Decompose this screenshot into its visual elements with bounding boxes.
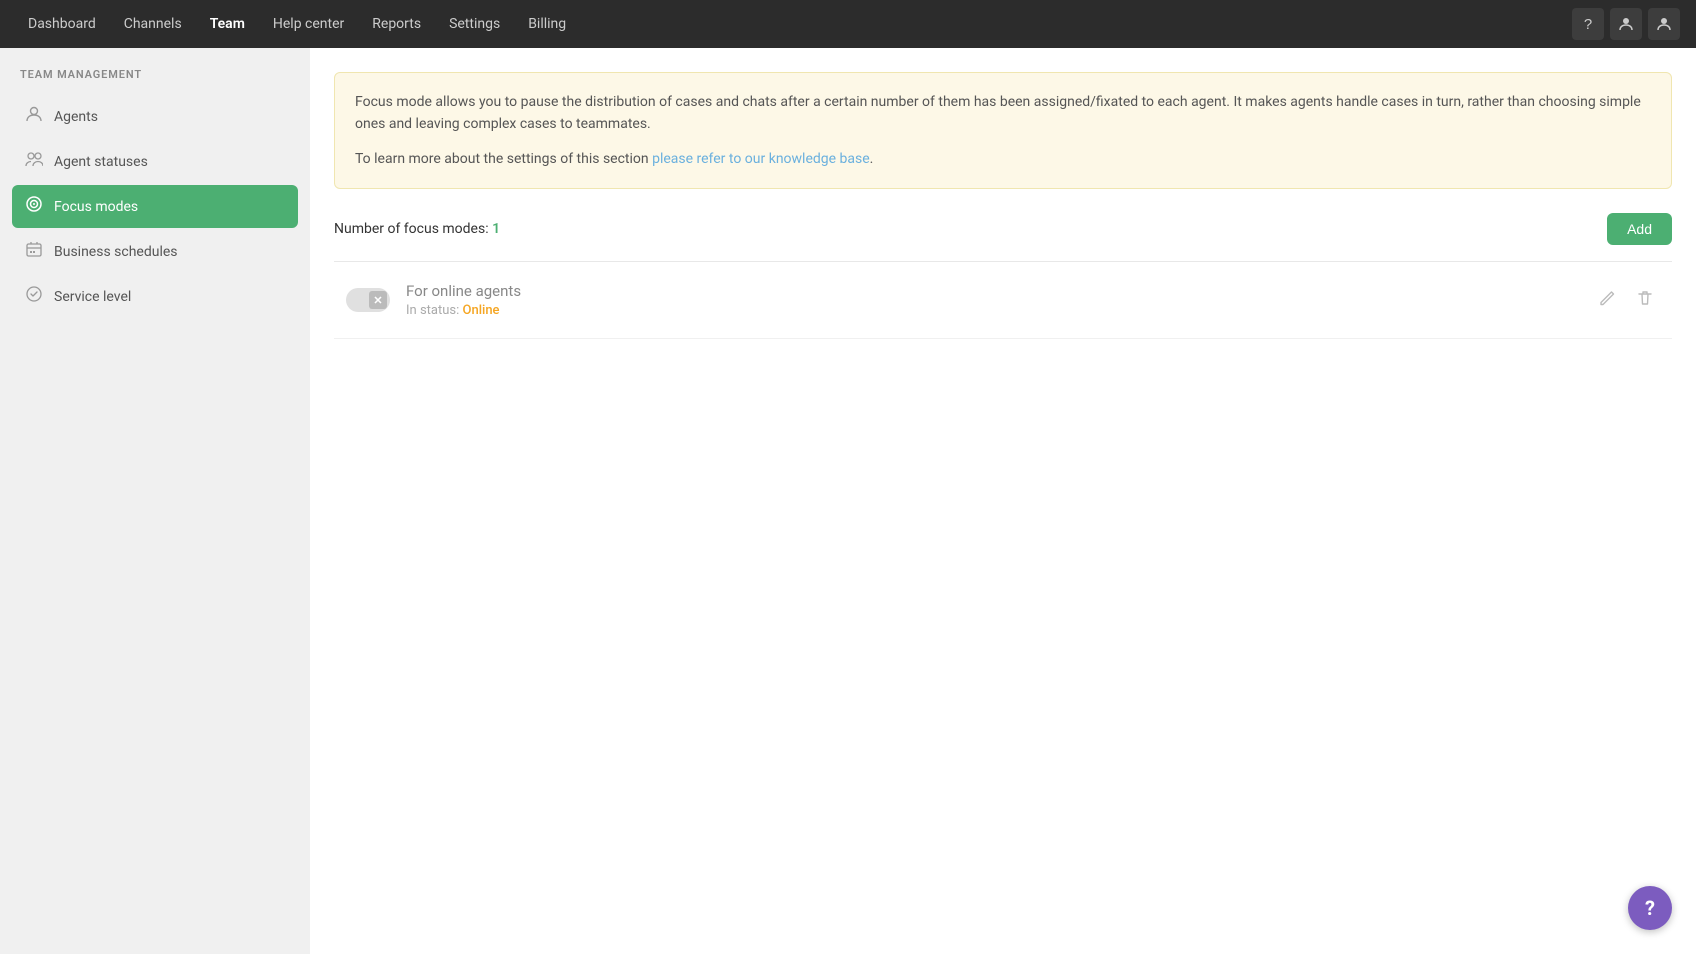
knowledge-base-link[interactable]: please refer to our knowledge base — [652, 151, 870, 167]
toggle-switch[interactable]: ✕ — [346, 288, 390, 312]
sidebar-item-agent-statuses-label: Agent statuses — [54, 154, 148, 170]
focus-mode-info: For online agents In status: Online — [406, 282, 1592, 318]
agents-icon — [24, 105, 44, 128]
help-fab-button[interactable]: ? — [1628, 886, 1672, 930]
sidebar-item-business-schedules[interactable]: Business schedules — [12, 230, 298, 273]
toggle-x-icon: ✕ — [369, 291, 387, 309]
nav-help-center[interactable]: Help center — [261, 10, 356, 38]
sidebar-title: TEAM MANAGEMENT — [12, 68, 298, 81]
account-dropdown-button[interactable] — [1648, 8, 1680, 40]
focus-mode-item: ✕ For online agents In status: Online — [334, 262, 1672, 339]
nav-right-actions: ? — [1572, 8, 1680, 40]
service-level-icon — [24, 285, 44, 308]
nav-links: Dashboard Channels Team Help center Repo… — [16, 10, 1572, 38]
focus-mode-toggle[interactable]: ✕ — [346, 288, 390, 312]
info-text-2: To learn more about the settings of this… — [355, 148, 1651, 170]
main-content: Focus mode allows you to pause the distr… — [310, 48, 1696, 954]
add-focus-mode-button[interactable]: Add — [1607, 213, 1672, 245]
focus-modes-count-label: Number of focus modes: 1 — [334, 221, 500, 237]
info-text-1: Focus mode allows you to pause the distr… — [355, 91, 1651, 136]
nav-reports[interactable]: Reports — [360, 10, 433, 38]
sidebar-item-agents[interactable]: Agents — [12, 95, 298, 138]
agent-statuses-icon — [24, 150, 44, 173]
sidebar-item-agent-statuses[interactable]: Agent statuses — [12, 140, 298, 183]
edit-focus-mode-button[interactable] — [1592, 285, 1622, 316]
nav-channels[interactable]: Channels — [112, 10, 194, 38]
info-banner: Focus mode allows you to pause the distr… — [334, 72, 1672, 189]
focus-mode-status: In status: Online — [406, 303, 1592, 318]
business-schedules-icon — [24, 240, 44, 263]
sidebar-item-focus-modes[interactable]: Focus modes — [12, 185, 298, 228]
top-navigation: Dashboard Channels Team Help center Repo… — [0, 0, 1696, 48]
nav-team[interactable]: Team — [198, 10, 257, 38]
sidebar: TEAM MANAGEMENT Agents Agent statuses Fo… — [0, 48, 310, 954]
sidebar-item-service-level[interactable]: Service level — [12, 275, 298, 318]
sidebar-item-business-schedules-label: Business schedules — [54, 244, 178, 260]
focus-modes-count: 1 — [492, 221, 500, 237]
status-online: Online — [463, 303, 500, 318]
focus-mode-actions — [1592, 285, 1660, 316]
nav-billing[interactable]: Billing — [516, 10, 578, 38]
nav-settings[interactable]: Settings — [437, 10, 512, 38]
sidebar-item-service-level-label: Service level — [54, 289, 131, 305]
help-button[interactable]: ? — [1572, 8, 1604, 40]
delete-focus-mode-button[interactable] — [1630, 285, 1660, 316]
sidebar-item-agents-label: Agents — [54, 109, 98, 125]
focus-mode-name: For online agents — [406, 282, 1592, 300]
section-header: Number of focus modes: 1 Add — [334, 213, 1672, 245]
main-layout: TEAM MANAGEMENT Agents Agent statuses Fo… — [0, 48, 1696, 954]
sidebar-item-focus-modes-label: Focus modes — [54, 199, 138, 215]
nav-dashboard[interactable]: Dashboard — [16, 10, 108, 38]
user-button[interactable] — [1610, 8, 1642, 40]
focus-modes-icon — [24, 195, 44, 218]
